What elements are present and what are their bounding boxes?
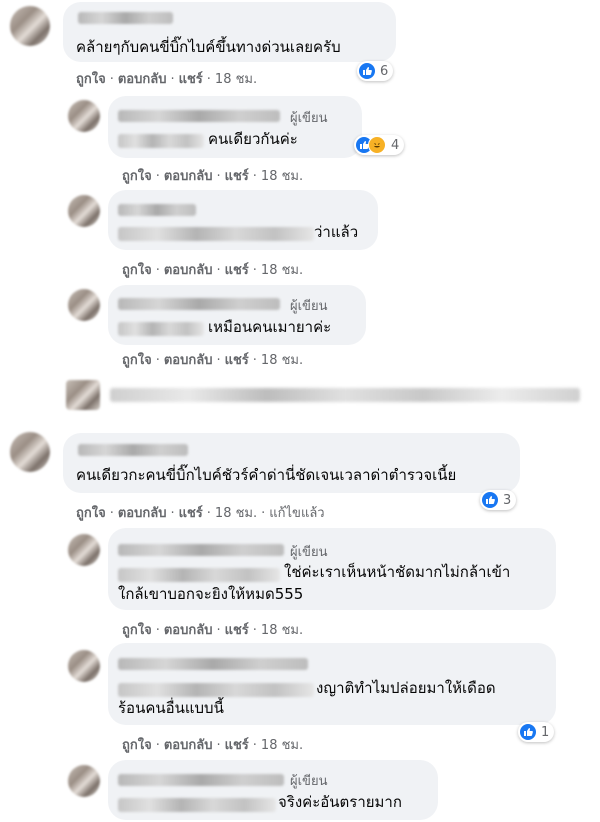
reply-link[interactable]: ตอบกลับ <box>118 506 167 521</box>
avatar[interactable] <box>68 650 100 682</box>
timestamp[interactable]: 18 ชม. <box>215 72 257 87</box>
commenter-name-blurred[interactable] <box>78 444 188 456</box>
edited-label[interactable]: แก้ไขแล้ว <box>269 506 324 521</box>
haha-icon <box>368 136 386 154</box>
collapsed-reply-blurred[interactable] <box>110 388 580 402</box>
like-link[interactable]: ถูกใจ <box>76 506 106 521</box>
like-link[interactable]: ถูกใจ <box>122 738 152 753</box>
comment-actions: ถูกใจ · ตอบกลับ · แชร์ · 18 ชม. <box>122 738 304 753</box>
timestamp[interactable]: 18 ชม. <box>261 169 303 184</box>
commenter-name-blurred[interactable] <box>78 12 173 24</box>
like-link[interactable]: ถูกใจ <box>122 353 152 368</box>
comment-text: เหมือนคนเมายาค่ะ <box>208 318 332 336</box>
comment-text: คนเดียวกะคนขี่บิ๊กไบค์ชัวร์คำด่านี่ชัดเจ… <box>76 466 457 484</box>
commenter-name-blurred[interactable] <box>118 298 280 310</box>
comment-text-blurred <box>118 798 276 812</box>
comment-text: จริงค่ะอันตรายมาก <box>278 793 402 811</box>
reply-link[interactable]: ตอบกลับ <box>164 169 213 184</box>
timestamp[interactable]: 18 ชม. <box>261 263 303 278</box>
author-badge: ผู้เขียน <box>290 111 328 126</box>
reply-link[interactable]: ตอบกลับ <box>164 738 213 753</box>
comment-actions: ถูกใจ · ตอบกลับ · แชร์ · 18 ชม. · แก้ไขแล้ว <box>76 506 325 521</box>
avatar[interactable] <box>66 380 100 410</box>
share-link[interactable]: แชร์ <box>225 738 249 753</box>
avatar[interactable] <box>10 6 50 46</box>
share-link[interactable]: แชร์ <box>225 169 249 184</box>
share-link[interactable]: แชร์ <box>225 353 249 368</box>
comment-text: คล้ายๆกับคนขี่บิ๊กไบค์ขึ้นทางด่วนเลยครับ <box>76 38 341 56</box>
commenter-name-blurred[interactable] <box>118 544 284 556</box>
timestamp[interactable]: 18 ชม. <box>261 353 303 368</box>
like-icon <box>520 724 536 740</box>
comment-text-line2: ใกล้เขาบอกจะยิงให้หมด555 <box>118 585 304 603</box>
avatar[interactable] <box>10 432 50 472</box>
comment-text-blurred <box>118 227 314 241</box>
timestamp[interactable]: 18 ชม. <box>261 623 303 638</box>
share-link[interactable]: แชร์ <box>179 72 203 87</box>
reaction-count[interactable]: 4 <box>354 135 405 155</box>
like-link[interactable]: ถูกใจ <box>122 623 152 638</box>
share-link[interactable]: แชร์ <box>179 506 203 521</box>
comment-text-line1: ใช่ค่ะเราเห็นหน้าชัดมากไม่กล้าเข้า <box>284 563 511 581</box>
like-link[interactable]: ถูกใจ <box>76 72 106 87</box>
reaction-count[interactable]: 1 <box>518 722 555 742</box>
comment-text: ว่าแล้ว <box>314 223 359 241</box>
timestamp[interactable]: 18 ชม. <box>261 738 303 753</box>
author-badge: ผู้เขียน <box>290 299 328 314</box>
reply-link[interactable]: ตอบกลับ <box>164 353 213 368</box>
comment-text-line2: ร้อนคนอื่นแบบนี้ <box>118 699 224 717</box>
commenter-name-blurred[interactable] <box>118 110 280 122</box>
comment-text-line1: งญาติทำไมปล่อยมาให้เดือด <box>316 679 496 697</box>
comment-actions: ถูกใจ · ตอบกลับ · แชร์ · 18 ชม. <box>122 623 304 638</box>
reaction-count[interactable]: 6 <box>357 61 394 81</box>
commenter-name-blurred[interactable] <box>118 658 308 670</box>
commenter-name-blurred[interactable] <box>118 774 284 786</box>
comment-actions: ถูกใจ · ตอบกลับ · แชร์ · 18 ชม. <box>122 169 304 184</box>
comment-text-blurred <box>118 134 204 148</box>
author-badge: ผู้เขียน <box>290 774 328 789</box>
reply-link[interactable]: ตอบกลับ <box>164 263 213 278</box>
reply-link[interactable]: ตอบกลับ <box>164 623 213 638</box>
reaction-count[interactable]: 3 <box>480 490 517 510</box>
comment-text-blurred <box>118 683 314 697</box>
timestamp[interactable]: 18 ชม. <box>215 506 257 521</box>
comment-actions: ถูกใจ · ตอบกลับ · แชร์ · 18 ชม. <box>76 72 258 87</box>
avatar[interactable] <box>68 100 100 132</box>
comment-text-blurred <box>118 322 204 336</box>
like-link[interactable]: ถูกใจ <box>122 169 152 184</box>
share-link[interactable]: แชร์ <box>225 263 249 278</box>
like-link[interactable]: ถูกใจ <box>122 263 152 278</box>
comment-text-blurred <box>118 568 280 582</box>
like-icon <box>482 492 498 508</box>
avatar[interactable] <box>68 289 100 321</box>
author-badge: ผู้เขียน <box>290 545 328 560</box>
avatar[interactable] <box>68 765 100 797</box>
avatar[interactable] <box>68 534 100 566</box>
like-icon <box>359 63 375 79</box>
reply-link[interactable]: ตอบกลับ <box>118 72 167 87</box>
comment-text: คนเดียวกันค่ะ <box>208 130 298 148</box>
comment-actions: ถูกใจ · ตอบกลับ · แชร์ · 18 ชม. <box>122 263 304 278</box>
share-link[interactable]: แชร์ <box>225 623 249 638</box>
avatar[interactable] <box>68 195 100 227</box>
comment-actions: ถูกใจ · ตอบกลับ · แชร์ · 18 ชม. <box>122 353 304 368</box>
commenter-name-blurred[interactable] <box>118 204 196 216</box>
